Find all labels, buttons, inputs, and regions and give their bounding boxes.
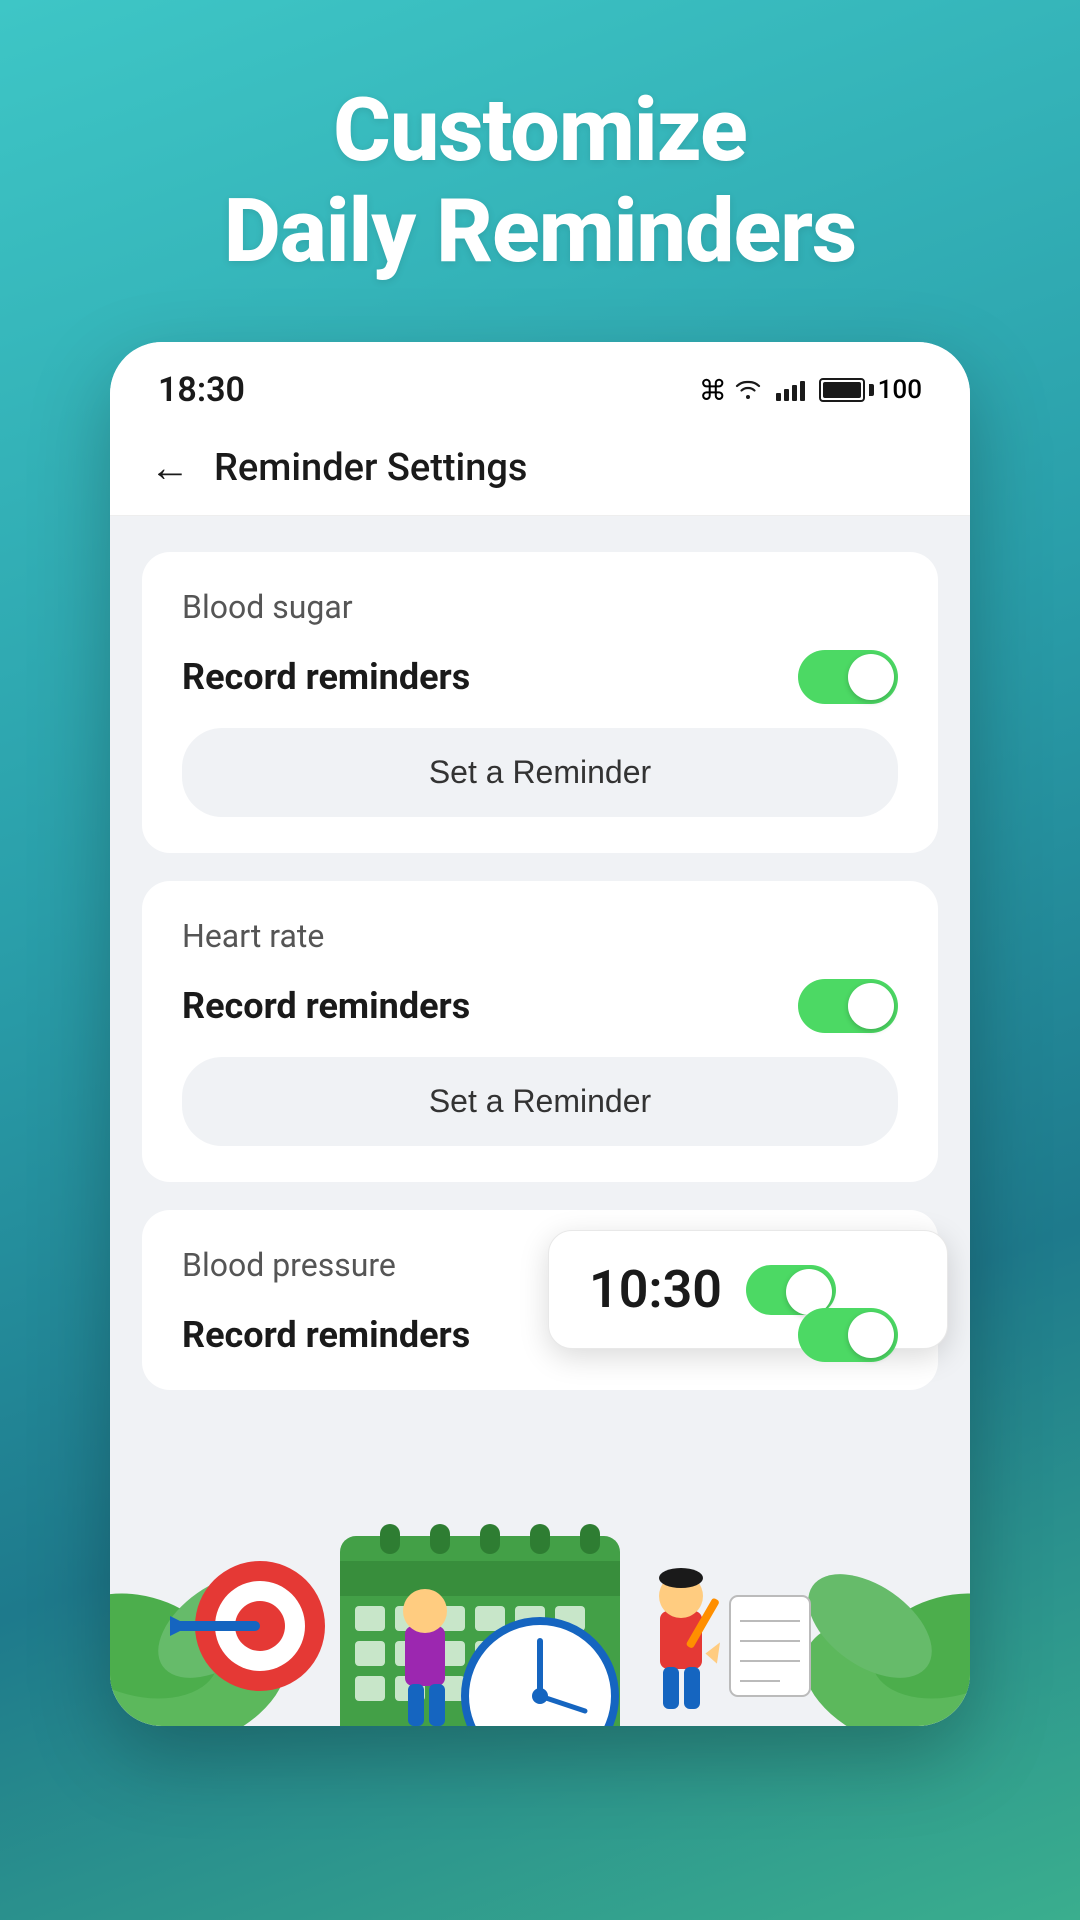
nav-title: Reminder Settings — [214, 446, 527, 490]
blood-sugar-toggle[interactable] — [798, 650, 898, 704]
blood-sugar-record-label: Record reminders — [182, 656, 470, 698]
blood-sugar-set-reminder-button[interactable]: Set a Reminder — [182, 728, 898, 817]
wifi-icon: ⌘ — [699, 374, 762, 407]
battery-icon: 100 — [819, 375, 922, 405]
blood-sugar-card: Blood sugar Record reminders Set a Remin… — [142, 552, 938, 853]
status-bar: 18:30 ⌘ 100 — [110, 342, 970, 426]
phone-mockup: 18:30 ⌘ 100 — [110, 342, 970, 1726]
signal-icon — [776, 379, 805, 401]
tooltip-time: 10:30 — [589, 1259, 722, 1320]
blood-pressure-card: Blood pressure 10:30 Record reminders — [142, 1210, 938, 1390]
heart-rate-record-label: Record reminders — [182, 985, 470, 1027]
illustration-area — [110, 1406, 970, 1726]
blood-sugar-reminder-row: Record reminders — [182, 650, 898, 704]
blood-sugar-title: Blood sugar — [182, 588, 898, 626]
status-time: 18:30 — [158, 370, 245, 410]
blood-pressure-record-label: Record reminders — [182, 1314, 470, 1356]
heart-rate-reminder-row: Record reminders — [182, 979, 898, 1033]
status-icons: ⌘ 100 — [699, 374, 922, 407]
tooltip-toggle[interactable] — [746, 1265, 836, 1315]
blood-pressure-toggle[interactable] — [798, 1308, 898, 1362]
page-header-title: Customize Daily Reminders — [224, 80, 856, 282]
nav-bar: ← Reminder Settings — [110, 426, 970, 516]
content-area: Blood sugar Record reminders Set a Remin… — [110, 516, 970, 1426]
heart-rate-toggle[interactable] — [798, 979, 898, 1033]
back-button[interactable]: ← — [150, 444, 190, 491]
heart-rate-set-reminder-button[interactable]: Set a Reminder — [182, 1057, 898, 1146]
heart-rate-card: Heart rate Record reminders Set a Remind… — [142, 881, 938, 1182]
heart-rate-title: Heart rate — [182, 917, 898, 955]
